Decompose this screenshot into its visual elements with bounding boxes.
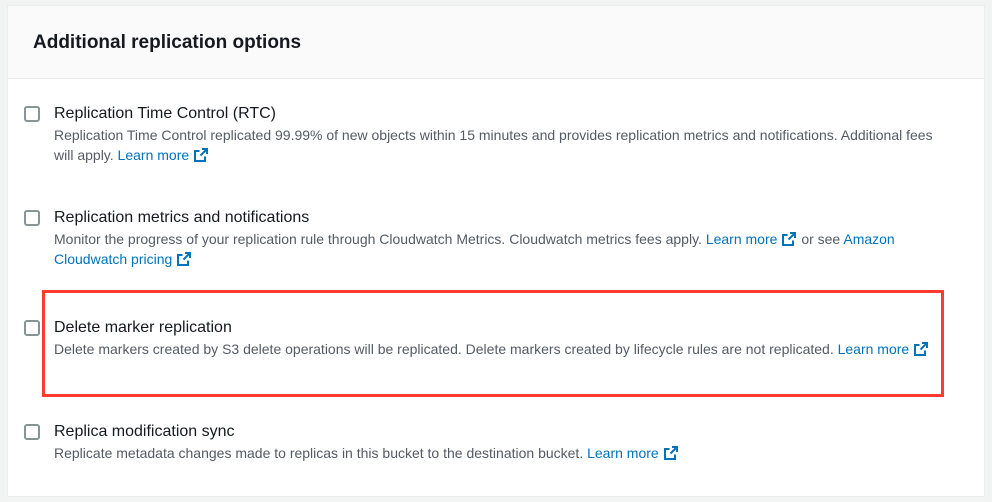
option-label[interactable]: Delete marker replication [54,318,944,338]
option-label[interactable]: Replica modification sync [54,422,944,442]
metrics-checkbox[interactable] [24,210,40,226]
learn-more-link[interactable]: Learn more [587,445,679,461]
external-link-icon [194,148,209,162]
option-description: Replication Time Control replicated 99.9… [54,125,944,165]
option-description: Monitor the progress of your replication… [54,229,944,269]
option-description: Delete markers created by S3 delete oper… [54,339,944,359]
description-text: Monitor the progress of your replication… [54,231,702,247]
option-delete-marker-replication: Delete marker replication Delete markers… [24,318,944,359]
description-text: Replicate metadata changes made to repli… [54,445,584,461]
external-link-icon [177,252,192,266]
external-link-icon [914,342,929,356]
external-link-icon [782,232,797,246]
panel-header: Additional replication options [8,6,984,79]
learn-more-link[interactable]: Learn more [706,231,798,247]
panel-title: Additional replication options [33,32,302,53]
option-replication-time-control: Replication Time Control (RTC) Replicati… [24,104,944,165]
delete-marker-checkbox[interactable] [24,320,40,336]
option-description: Replicate metadata changes made to repli… [54,443,944,463]
description-text: Delete markers created by S3 delete oper… [54,341,834,357]
option-replication-metrics: Replication metrics and notifications Mo… [24,208,944,269]
rtc-checkbox[interactable] [24,106,40,122]
option-replica-modification-sync: Replica modification sync Replicate meta… [24,422,944,463]
external-link-icon [663,446,678,460]
learn-more-link[interactable]: Learn more [118,147,210,163]
learn-more-link[interactable]: Learn more [838,341,930,357]
description-or-see: or see [801,231,841,247]
option-label[interactable]: Replication Time Control (RTC) [54,104,944,124]
replica-sync-checkbox[interactable] [24,424,40,440]
option-label[interactable]: Replication metrics and notifications [54,208,944,228]
